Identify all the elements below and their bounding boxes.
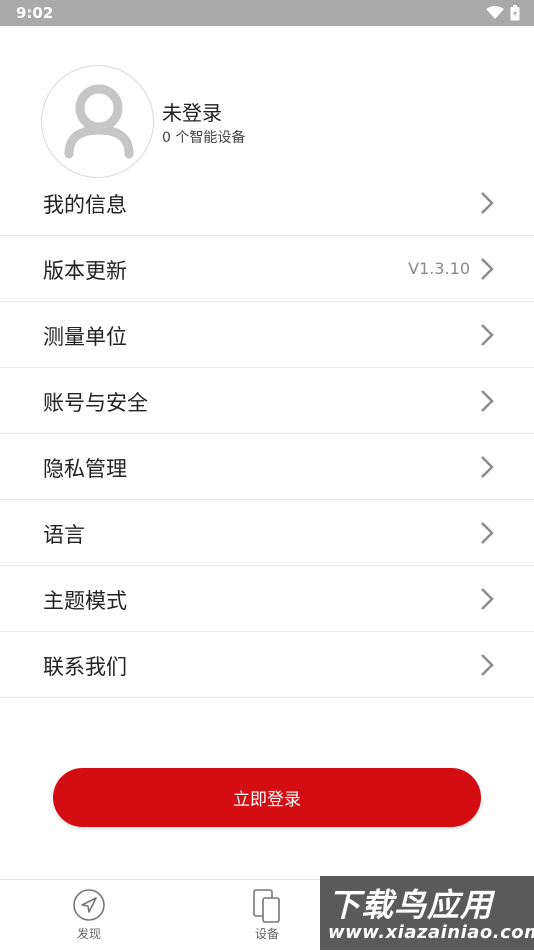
chevron-right-icon — [481, 258, 494, 280]
menu-item-label: 语言 — [43, 523, 85, 547]
user-avatar-icon — [64, 84, 134, 159]
login-button[interactable]: 立即登录 — [53, 768, 481, 827]
menu-item-my-info[interactable]: 我的信息 — [0, 170, 534, 236]
menu-item-label: 账号与安全 — [43, 391, 148, 415]
tab-label: 设备 — [254, 927, 279, 941]
menu-item-label: 联系我们 — [43, 655, 127, 679]
watermark-title: 下载鸟应用 — [328, 886, 494, 924]
tab-devices[interactable]: 设备 — [217, 880, 317, 951]
compass-icon — [73, 889, 105, 921]
settings-menu: 我的信息 版本更新 V1.3.10 测量单位 账号与安全 隐私管理 语言 主题模… — [0, 170, 534, 698]
profile-header[interactable]: 未登录 0 个智能设备 — [0, 26, 534, 178]
wifi-icon — [486, 6, 504, 19]
menu-item-label: 测量单位 — [43, 325, 127, 349]
menu-item-contact-us[interactable]: 联系我们 — [0, 632, 534, 698]
menu-item-language[interactable]: 语言 — [0, 500, 534, 566]
watermark-url: www.xiazainiao.com — [328, 922, 534, 943]
chevron-right-icon — [481, 192, 494, 214]
menu-item-label: 版本更新 — [43, 259, 127, 283]
tab-discover[interactable]: 发现 — [39, 880, 139, 951]
status-icons — [486, 5, 520, 21]
device-count: 0 个智能设备 — [162, 130, 246, 146]
menu-item-units[interactable]: 测量单位 — [0, 302, 534, 368]
tab-label: 发现 — [76, 927, 101, 941]
avatar[interactable] — [41, 65, 154, 178]
menu-item-privacy[interactable]: 隐私管理 — [0, 434, 534, 500]
status-bar: 9:02 — [0, 0, 534, 26]
menu-item-theme[interactable]: 主题模式 — [0, 566, 534, 632]
devices-icon — [253, 889, 280, 923]
battery-icon — [510, 5, 520, 21]
menu-item-account-security[interactable]: 账号与安全 — [0, 368, 534, 434]
user-name[interactable]: 未登录 — [162, 97, 222, 126]
chevron-right-icon — [481, 522, 494, 544]
menu-item-label: 我的信息 — [43, 193, 127, 217]
version-value: V1.3.10 — [408, 259, 470, 278]
chevron-right-icon — [481, 654, 494, 676]
watermark: 下载鸟应用 www.xiazainiao.com — [320, 876, 534, 950]
chevron-right-icon — [481, 324, 494, 346]
status-time: 9:02 — [16, 4, 54, 22]
menu-item-label: 主题模式 — [43, 589, 127, 613]
menu-item-label: 隐私管理 — [43, 457, 127, 481]
chevron-right-icon — [481, 588, 494, 610]
chevron-right-icon — [481, 456, 494, 478]
menu-item-version-update[interactable]: 版本更新 V1.3.10 — [0, 236, 534, 302]
chevron-right-icon — [481, 390, 494, 412]
